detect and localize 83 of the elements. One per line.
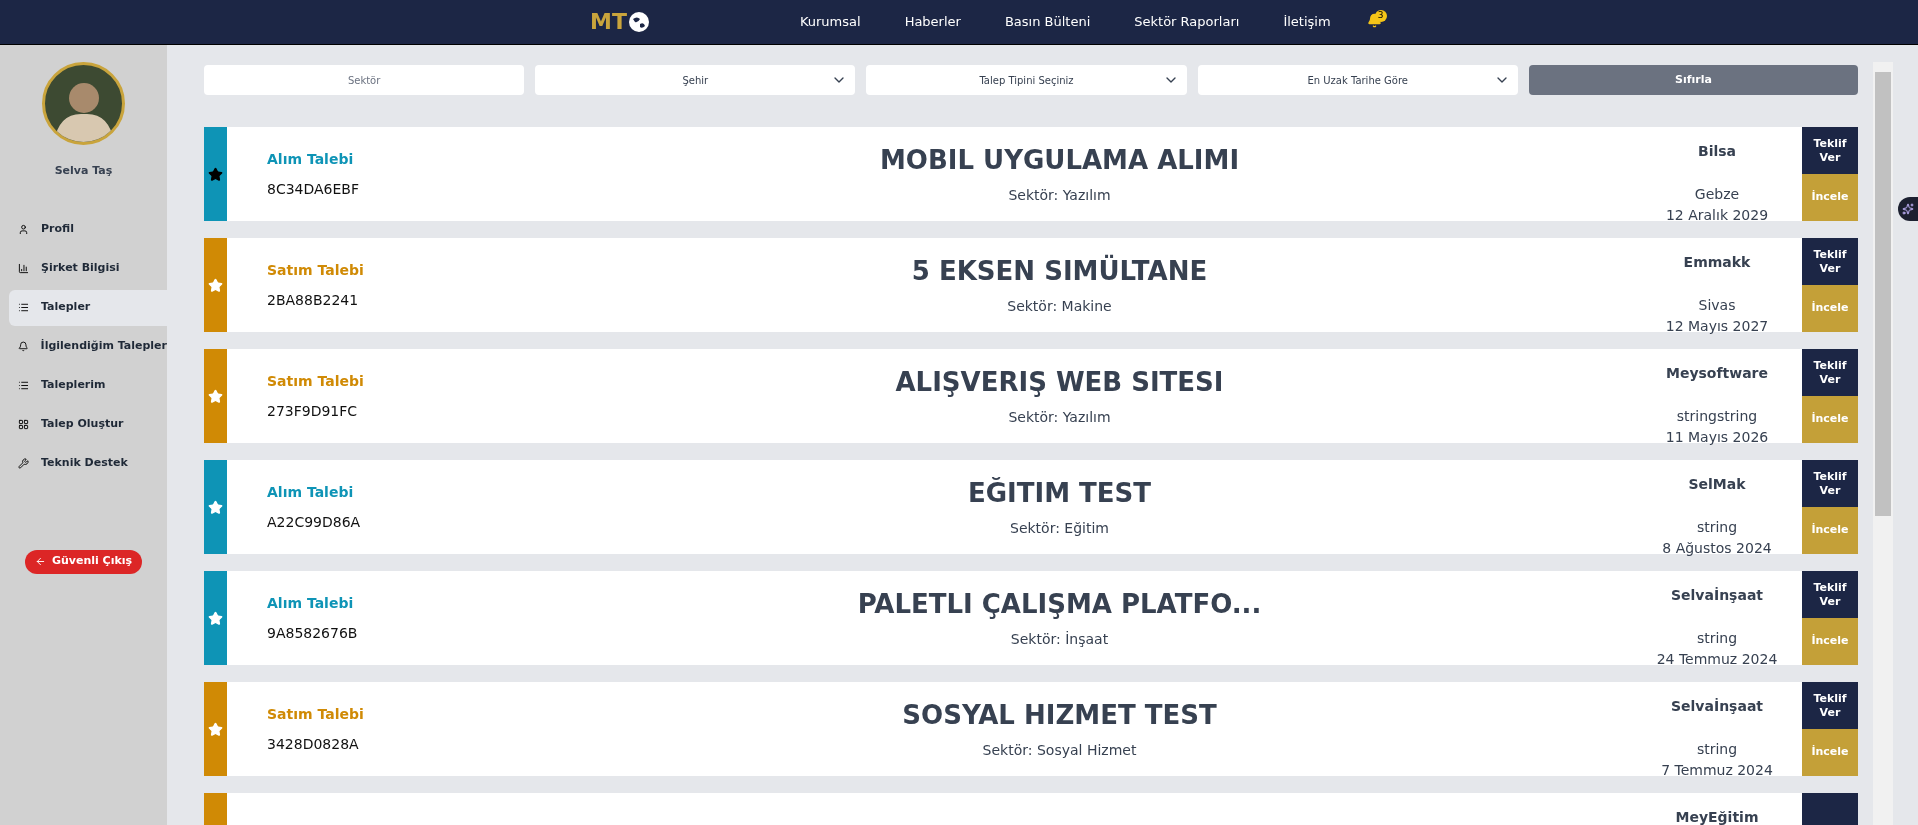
request-sector: Sektör: Makine <box>1007 297 1112 316</box>
request-sector: Sektör: Sosyal Hizmet <box>982 741 1137 760</box>
sidebar-item[interactable]: Profil <box>9 211 167 248</box>
request-code: 9A8582676B <box>267 624 359 643</box>
request-title: MOBIL UYGULAMA ALIMI <box>879 147 1240 173</box>
scrollbar-thumb[interactable] <box>1875 72 1891 516</box>
bar-chart-icon <box>18 263 29 274</box>
user-name: Selva Taş <box>54 163 113 179</box>
request-date: 11 Mayıs 2026 <box>1665 428 1769 447</box>
arrow-left-icon <box>34 556 46 567</box>
offer-button[interactable]: Teklif Ver <box>1802 571 1858 618</box>
company-name: SelMak <box>1688 475 1746 494</box>
request-type: Alım Talebi <box>267 594 355 613</box>
sidebar-item[interactable]: Talepler <box>9 289 167 326</box>
request-type: Satım Talebi <box>267 261 365 280</box>
company-name: Meysoftware <box>1665 364 1769 383</box>
request-city: stringstring <box>1676 407 1758 426</box>
user-icon <box>18 224 29 235</box>
nav-link[interactable]: Kurumsal <box>799 12 861 32</box>
wrench-icon <box>18 458 29 469</box>
request-date: 7 Temmuz 2024 <box>1661 761 1773 780</box>
request-city: Sivas <box>1698 296 1736 315</box>
filter-dropdown[interactable]: Talep Tipini Seçiniz <box>866 65 1187 95</box>
scrollbar[interactable] <box>1873 62 1893 825</box>
request-sector: Sektör: Eğitim <box>1010 519 1109 538</box>
nav-link[interactable]: Haberler <box>904 12 961 32</box>
nav-link[interactable]: İletişim <box>1283 12 1331 32</box>
request-type: Alım Talebi <box>267 483 355 502</box>
logout-button[interactable]: Güvenli Çıkış <box>24 549 143 574</box>
sidebar-item[interactable]: Teknik Destek <box>9 445 167 482</box>
logo[interactable]: MT <box>590 11 650 33</box>
list-icon <box>18 302 29 313</box>
notification-button[interactable]: 3 <box>1366 13 1385 31</box>
assistant-button[interactable] <box>1898 197 1918 221</box>
request-code: A22C99D86A <box>267 513 362 532</box>
sidebar-item[interactable]: Talep Oluştur <box>9 406 167 443</box>
list-icon <box>18 380 29 391</box>
request-code: 273F9D91FC <box>267 402 359 421</box>
globe-icon <box>627 11 650 33</box>
company-name: Selvaİnşaat <box>1670 586 1763 605</box>
request-city: string <box>1696 740 1738 759</box>
sector-field[interactable]: Sektör <box>204 65 525 95</box>
sidebar-item[interactable]: Şirket Bilgisi <box>9 250 167 287</box>
request-type: Satım Talebi <box>267 372 365 391</box>
request-title: ALIŞVERIŞ WEB SITESI <box>895 369 1224 395</box>
request-sector: Sektör: Yazılım <box>1008 186 1111 205</box>
request-code: 8C34DA6EBF <box>267 180 361 199</box>
offer-button[interactable]: Teklif Ver <box>1802 460 1858 507</box>
request-title: SOSYAL HIZMET TEST <box>902 702 1217 728</box>
request-city: string <box>1696 518 1738 537</box>
grid-icon <box>18 419 29 430</box>
offer-button[interactable]: Teklif Ver <box>1802 349 1858 396</box>
logo-text: MT <box>590 11 627 33</box>
filter-dropdown[interactable]: En Uzak Tarihe Göre <box>1197 65 1518 95</box>
request-city: Gebze <box>1694 185 1740 204</box>
reset-button[interactable]: Sıfırla <box>1528 65 1858 95</box>
star-icon[interactable] <box>208 166 223 182</box>
request-code: 2BA88B2241 <box>267 291 360 310</box>
offer-button[interactable]: Teklif Ver <box>1802 238 1858 285</box>
offer-button[interactable]: Teklif Ver <box>1802 127 1858 174</box>
sidebar-item[interactable]: İlgilendiğim Talepler <box>9 328 167 365</box>
request-city: string <box>1696 629 1738 648</box>
request-sector: Sektör: İnşaat <box>1010 630 1109 649</box>
sidebar-item[interactable]: Taleplerim <box>9 367 167 404</box>
nav-link[interactable]: Basın Bülteni <box>1004 12 1091 32</box>
company-name: Bilsa <box>1697 142 1737 161</box>
request-code: 3428D0828A <box>267 735 360 754</box>
request-date: 8 Ağustos 2024 <box>1662 539 1772 558</box>
nav-link[interactable]: Sektör Raporları <box>1134 12 1240 32</box>
request-date: 12 Aralık 2029 <box>1665 206 1769 225</box>
request-type: Satım Talebi <box>267 705 365 724</box>
offer-button[interactable]: Teklif Ver <box>1802 682 1858 729</box>
request-sector: Sektör: Yazılım <box>1008 408 1111 427</box>
company-name: MeyEğitim <box>1675 808 1759 825</box>
request-date: 24 Temmuz 2024 <box>1656 650 1778 669</box>
request-title: PALETLI ÇALIŞMA PLATFO... <box>857 591 1262 617</box>
request-date: 12 Mayıs 2027 <box>1665 317 1769 336</box>
company-name: Selvaİnşaat <box>1670 697 1763 716</box>
company-name: Emmakk <box>1683 253 1751 272</box>
sparkle-icon <box>1902 203 1914 215</box>
request-type: Alım Talebi <box>267 150 355 169</box>
bell-icon <box>18 341 29 352</box>
filter-dropdown[interactable]: Şehir <box>535 65 856 95</box>
